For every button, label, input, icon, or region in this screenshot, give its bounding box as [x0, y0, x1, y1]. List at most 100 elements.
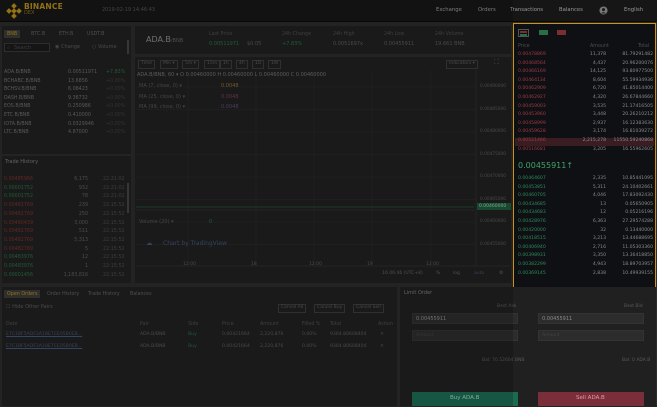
radio-change[interactable]: ◉ Change — [55, 45, 80, 50]
bid-price[interactable]: 0.00464607 — [518, 176, 546, 182]
volume-legend[interactable]: Volume (20) ▾ — [139, 220, 174, 225]
sell-amount-input[interactable]: Amount — [538, 330, 644, 341]
sell-price-input[interactable]: 0.00455911 — [538, 313, 644, 324]
nav-balances[interactable]: Balances — [559, 7, 583, 13]
order-book-mid-price: 0.00455911↑ — [518, 161, 574, 170]
chart-tool-4[interactable]: 1h — [220, 60, 232, 69]
market-search-input[interactable]: ⌕ Search — [4, 43, 50, 52]
bid-price[interactable]: 0.00418515 — [518, 237, 546, 242]
ma2-legend[interactable]: MA (25, close, 0) ▾ — [139, 95, 185, 100]
ask-amount: 3,205 — [592, 146, 606, 152]
chart-settings-icon[interactable]: ⚙ — [499, 271, 503, 276]
markets-scrollbar[interactable] — [127, 40, 129, 54]
tab-order-history[interactable]: Order History — [44, 290, 82, 298]
bid-price[interactable]: 0.00434683 — [518, 211, 546, 216]
market-row-change: +0.00% — [106, 130, 126, 136]
trade-history-scrollbar[interactable] — [127, 183, 129, 213]
change-value: +7.83% — [282, 41, 303, 47]
ma3-legend[interactable]: MA (99, close, 0) ▾ — [139, 105, 185, 110]
bid-price[interactable]: 0.00369145 — [518, 271, 546, 277]
tab-btc[interactable]: BTC.B — [28, 30, 48, 38]
sell-button[interactable]: Sell ADA.B — [538, 392, 644, 406]
x-axis-tick: 19 — [367, 262, 373, 267]
chart-tool-2[interactable]: 5m ▾ — [182, 60, 199, 69]
order-cancel-icon[interactable]: ✕ — [380, 332, 384, 338]
bid-price[interactable]: 0.00460705 — [518, 194, 546, 199]
tab-bnb[interactable]: BNB — [4, 30, 21, 38]
ma1-legend[interactable]: MA (7, close, 0) ▾ — [139, 84, 182, 89]
indicators-button[interactable]: Indicators ▾ — [446, 60, 478, 69]
market-row-pair[interactable]: EOS.B/BNB — [4, 105, 30, 110]
binance-logo-icon[interactable] — [6, 3, 22, 19]
ticker-base: ADA.B — [146, 35, 171, 44]
order-id-link[interactable]: E7C1BF5ADF2A18E7CE05B0EB... — [6, 332, 82, 338]
chart-tool-5[interactable]: 4h — [236, 60, 248, 69]
radio-volume[interactable]: ○ Volume — [92, 45, 117, 50]
market-row-pair[interactable]: BCHSV.B/BNB — [4, 87, 36, 93]
chart-tool-7[interactable]: 1W — [268, 60, 282, 69]
market-row-pair[interactable]: LTC.B/BNB — [4, 130, 29, 136]
chart-tool-3[interactable]: 15m — [204, 60, 221, 69]
ma3-value: 0.0048 — [221, 104, 239, 110]
chart-tool-0[interactable]: Time — [138, 60, 156, 69]
language-selector[interactable]: English — [624, 7, 643, 13]
bid-price[interactable]: 0.00453851 — [518, 185, 546, 191]
bid-price[interactable]: 0.00420000 — [518, 228, 546, 234]
tab-trade-history[interactable]: Trade History — [85, 290, 123, 298]
last-price-label: Last Price — [209, 32, 233, 37]
bid-total: 18.89703957 — [622, 262, 653, 267]
chart-tool-6[interactable]: 1D — [252, 60, 265, 69]
cancel-all-button[interactable]: Cancel All — [278, 304, 307, 313]
last-price-usd: $0.05 — [247, 41, 262, 47]
buy-button[interactable]: Buy ADA.B — [412, 392, 518, 406]
buy-best-bid-label[interactable]: Best Ask — [497, 304, 516, 310]
tab-eth[interactable]: ETH.B — [56, 30, 76, 38]
cancel-sell-button[interactable]: Cancel Sell — [353, 304, 384, 313]
ask-total: 16.55962605 — [622, 146, 653, 152]
book-view-asks-icon[interactable] — [556, 29, 567, 37]
trade-row-amount: 239 — [78, 203, 88, 209]
buy-amount-input[interactable]: Amount — [412, 330, 518, 341]
bid-price[interactable]: 0.00398931 — [518, 254, 546, 259]
tab-usdt[interactable]: USDT.B — [84, 30, 107, 38]
bid-price[interactable]: 0.00382299 — [518, 262, 546, 268]
book-view-bids-icon[interactable] — [538, 29, 549, 37]
nav-transactions[interactable]: Transactions — [510, 7, 543, 13]
fullscreen-icon[interactable]: ⛶ — [494, 59, 499, 66]
ask-amount: 2,215,278 — [582, 138, 606, 143]
market-row-pair[interactable]: BCHABC.B/BNB — [4, 79, 41, 85]
user-icon[interactable] — [599, 6, 608, 15]
ask-total: 16.12383630 — [622, 120, 653, 126]
volume-value: 19.661 BNB — [435, 41, 465, 47]
buy-price-input[interactable]: 0.00455911 — [412, 313, 518, 324]
hide-other-pairs-checkbox[interactable]: ☐ Hide Other Pairs — [6, 305, 53, 310]
ask-price: 0.00466169 — [518, 69, 546, 75]
bid-price[interactable]: 0.00406940 — [518, 245, 546, 251]
x-axis-tick: 12:00 — [426, 262, 439, 267]
tab-balances[interactable]: Balances — [127, 290, 155, 298]
bid-price[interactable]: 0.00428976 — [518, 219, 546, 225]
chart-auto-toggle[interactable]: auto — [474, 271, 484, 277]
trade-row-price: 0.00001752 — [4, 194, 33, 200]
cancel-buy-button[interactable]: Cancel Buy — [314, 304, 346, 313]
nav-orders[interactable]: Orders — [478, 7, 496, 13]
ask-total: 20.26210212 — [622, 112, 653, 118]
chart-tool-1[interactable]: Min ▾ — [160, 60, 178, 69]
market-row-pair[interactable]: IOTA.B/BNB — [4, 122, 32, 128]
bid-price[interactable]: 0.00434685 — [518, 202, 546, 208]
orders-header: Side — [188, 322, 199, 327]
ask-amount: 4,437 — [592, 60, 606, 66]
book-view-both-icon[interactable] — [518, 29, 529, 37]
tab-open-orders[interactable]: Open Orders — [4, 290, 41, 298]
order-id-link[interactable]: E7C1BF5ADF2A18E7CE05B0EB... — [6, 344, 82, 350]
chart-percent-toggle[interactable]: % — [436, 271, 440, 277]
chart-log-toggle[interactable]: log — [453, 271, 460, 277]
market-row-pair[interactable]: DASH.B/BNB — [4, 96, 34, 102]
order-cancel-icon[interactable]: ✕ — [380, 344, 384, 350]
ticker-pair: ADA.B/BNB — [146, 36, 183, 44]
sell-best-ask-label[interactable]: Best Bid — [624, 304, 643, 310]
price-chart[interactable] — [136, 70, 510, 280]
market-row-pair[interactable]: ETC.B/BNB — [4, 113, 30, 119]
nav-exchange[interactable]: Exchange — [436, 7, 462, 13]
market-row-pair[interactable]: ADA.B/BNB — [4, 70, 31, 76]
